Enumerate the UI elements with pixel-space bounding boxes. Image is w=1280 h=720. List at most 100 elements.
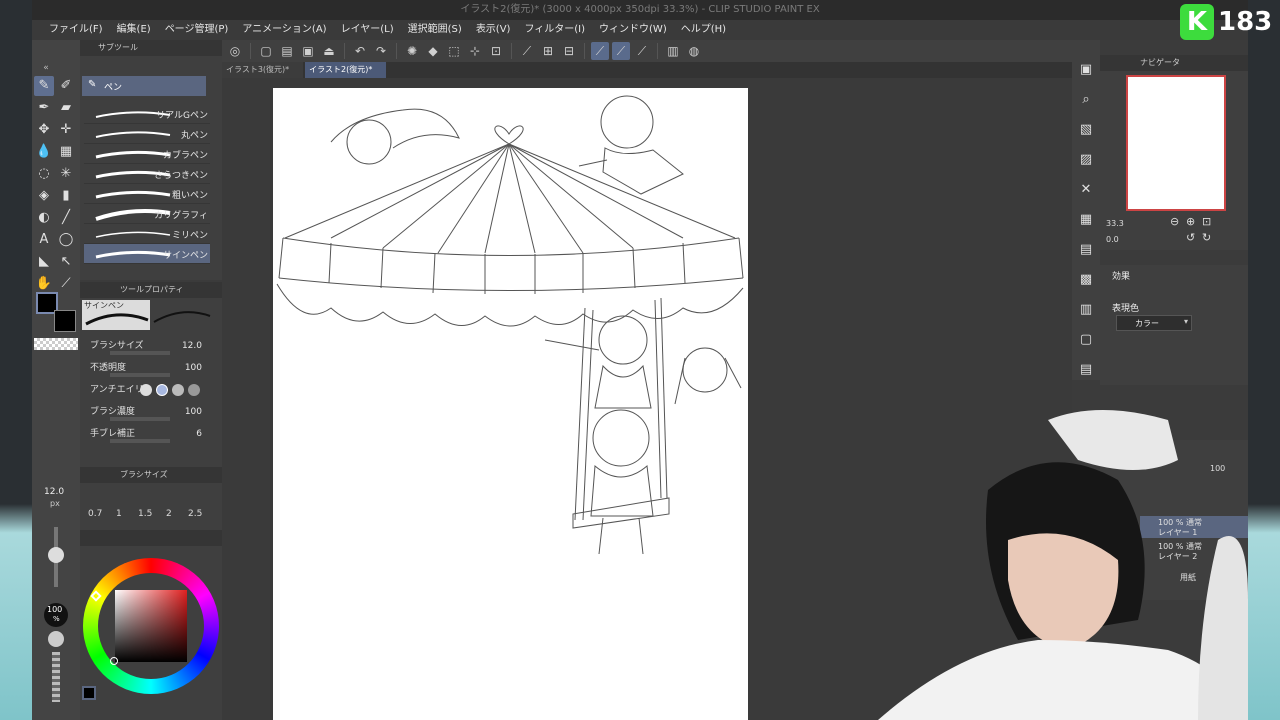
saturation-value-square[interactable] [115,590,187,662]
nav-rotation[interactable]: 0.0 [1106,235,1119,244]
antialias-high-icon[interactable] [188,384,200,396]
sub-color-swatch[interactable] [54,310,76,332]
brush-item[interactable]: 粗いペン [84,184,210,204]
move-tool-icon[interactable]: ✛ [56,120,76,140]
clear-icon[interactable]: ⬚ [445,42,463,60]
grid-tool-icon[interactable]: ▦ [56,142,76,162]
size-preset[interactable]: 1.5 [138,509,152,519]
open-folder-icon[interactable]: ▤ [278,42,296,60]
menu-filter[interactable]: フィルター(I) [517,20,592,40]
line-tool-icon[interactable]: ╱ [56,208,76,228]
material-icon[interactable]: ▧ [1076,120,1096,140]
menu-file[interactable]: ファイル(F) [42,20,110,40]
lasso-tool-icon[interactable]: ◌ [34,164,54,184]
fill-tool-icon[interactable]: ◈ [34,186,54,206]
brush-item[interactable]: カリグラフィ [84,204,210,224]
prop-brush-size[interactable]: ブラシサイズ 12.0 [90,338,216,358]
prop-slider[interactable] [110,417,170,421]
tab-document-active[interactable]: イラスト2(復元)* [305,62,387,78]
prop-slider[interactable] [110,439,170,443]
brush-item[interactable]: カブラペン [84,144,210,164]
prop-value[interactable]: 6 [196,429,202,439]
gradient-tool-icon[interactable]: ▮ [56,186,76,206]
info-icon[interactable]: ▤ [1076,360,1096,380]
drawing-canvas[interactable] [273,88,748,720]
prop-value[interactable]: 12.0 [182,341,202,351]
redo-icon[interactable]: ↷ [372,42,390,60]
snap-ruler-icon[interactable]: ⟋ [591,42,609,60]
snap-grid-icon[interactable]: ⊞ [539,42,557,60]
clip-studio-icon[interactable]: ◎ [226,42,244,60]
menu-page[interactable]: ページ管理(P) [158,20,236,40]
fit-icon[interactable]: ⊡ [1202,215,1211,228]
new-file-icon[interactable]: ▢ [257,42,275,60]
item-bank-icon[interactable]: ▥ [1076,300,1096,320]
prop-value[interactable]: 100 [185,407,202,417]
antialias-low-icon[interactable] [156,384,168,396]
tab-document[interactable]: イラスト3(復元)* [222,62,304,78]
opacity-slider-thumb[interactable] [48,631,64,647]
magic-wand-icon[interactable]: ✳ [56,164,76,184]
prop-value[interactable]: 100 [185,363,202,373]
size-slider-thumb[interactable] [48,547,64,563]
zoom-out-icon[interactable]: ⊖ [1170,215,1179,228]
blend-tool-icon[interactable]: 💧 [34,142,54,162]
collapse-icon[interactable]: « [36,58,56,78]
zoom-in-icon[interactable]: ⊕ [1186,215,1195,228]
menu-view[interactable]: 表示(V) [469,20,518,40]
prop-opacity[interactable]: 不透明度 100 [90,360,216,380]
transform-icon[interactable]: ⊡ [487,42,505,60]
save-icon[interactable]: ▣ [299,42,317,60]
export-icon[interactable]: ⏏ [320,42,338,60]
pen-tool-icon[interactable]: ✎ [34,76,54,96]
image-material-icon[interactable]: ▨ [1076,150,1096,170]
transparent-color-swatch[interactable] [34,338,78,350]
subtool-group-tab[interactable]: ✎ ペン [82,76,206,96]
color-panel-tabs[interactable] [80,530,222,546]
size-preset[interactable]: 2.5 [188,509,202,519]
eraser-tool-icon[interactable]: ▰ [56,98,76,118]
snap-off-icon[interactable]: ⟋ [518,42,536,60]
snap-ruler-2-icon[interactable]: ⟋ [612,42,630,60]
size-preset[interactable]: 0.7 [88,509,102,519]
brush-item[interactable]: ミリペン [84,224,210,244]
balloon-tool-icon[interactable]: ◯ [56,230,76,250]
pencil-tool-icon[interactable]: ✐ [56,76,76,96]
undo-icon[interactable]: ↶ [351,42,369,60]
decoration-tool-icon[interactable]: ✥ [34,120,54,140]
menu-window[interactable]: ウィンドウ(W) [592,20,674,40]
expression-select[interactable]: カラー ▾ [1116,315,1192,331]
hand-tool-icon[interactable]: ✋ [34,274,54,294]
prop-stabilization[interactable]: 手ブレ補正 6 [90,426,216,446]
antialias-mid-icon[interactable] [172,384,184,396]
search-icon[interactable]: ⌕ [1076,90,1096,110]
layer-property-icon[interactable]: ▣ [1076,60,1096,80]
history-icon[interactable]: ▤ [1076,240,1096,260]
antialias-none-icon[interactable] [140,384,152,396]
brush-item-selected[interactable]: サインペン [84,244,210,264]
prop-brush-density[interactable]: ブラシ濃度 100 [90,404,216,424]
rotate-right-icon[interactable]: ↻ [1202,231,1211,244]
snap-special-icon[interactable]: ⊟ [560,42,578,60]
prop-slider[interactable] [110,373,170,377]
brush-tool-icon[interactable]: ✒ [34,98,54,118]
animation-icon[interactable]: ▩ [1076,270,1096,290]
figure-tool-icon[interactable]: ◐ [34,208,54,228]
opacity-slider-track[interactable] [52,652,60,702]
vector-tool-icon[interactable]: ◣ [34,252,54,272]
size-preset[interactable]: 2 [166,509,172,519]
menu-help[interactable]: ヘルプ(H) [674,20,733,40]
speech-icon[interactable]: ◍ [685,42,703,60]
brush-item[interactable]: 丸ペン [84,124,210,144]
color-picker-cursor[interactable] [110,657,118,665]
document-icon[interactable]: ▥ [664,42,682,60]
menu-animation[interactable]: アニメーション(A) [235,20,333,40]
brush-item[interactable]: さらつきペン [84,164,210,184]
prop-slider[interactable] [110,351,170,355]
text-tool-icon[interactable]: A [34,230,54,250]
navigator-thumbnail[interactable] [1126,75,1226,211]
operation-tool-icon[interactable]: ↖ [56,252,76,272]
prop-antialias[interactable]: アンチエイリ [90,382,216,402]
menu-selection[interactable]: 選択範囲(S) [401,20,469,40]
loading-icon[interactable]: ✺ [403,42,421,60]
